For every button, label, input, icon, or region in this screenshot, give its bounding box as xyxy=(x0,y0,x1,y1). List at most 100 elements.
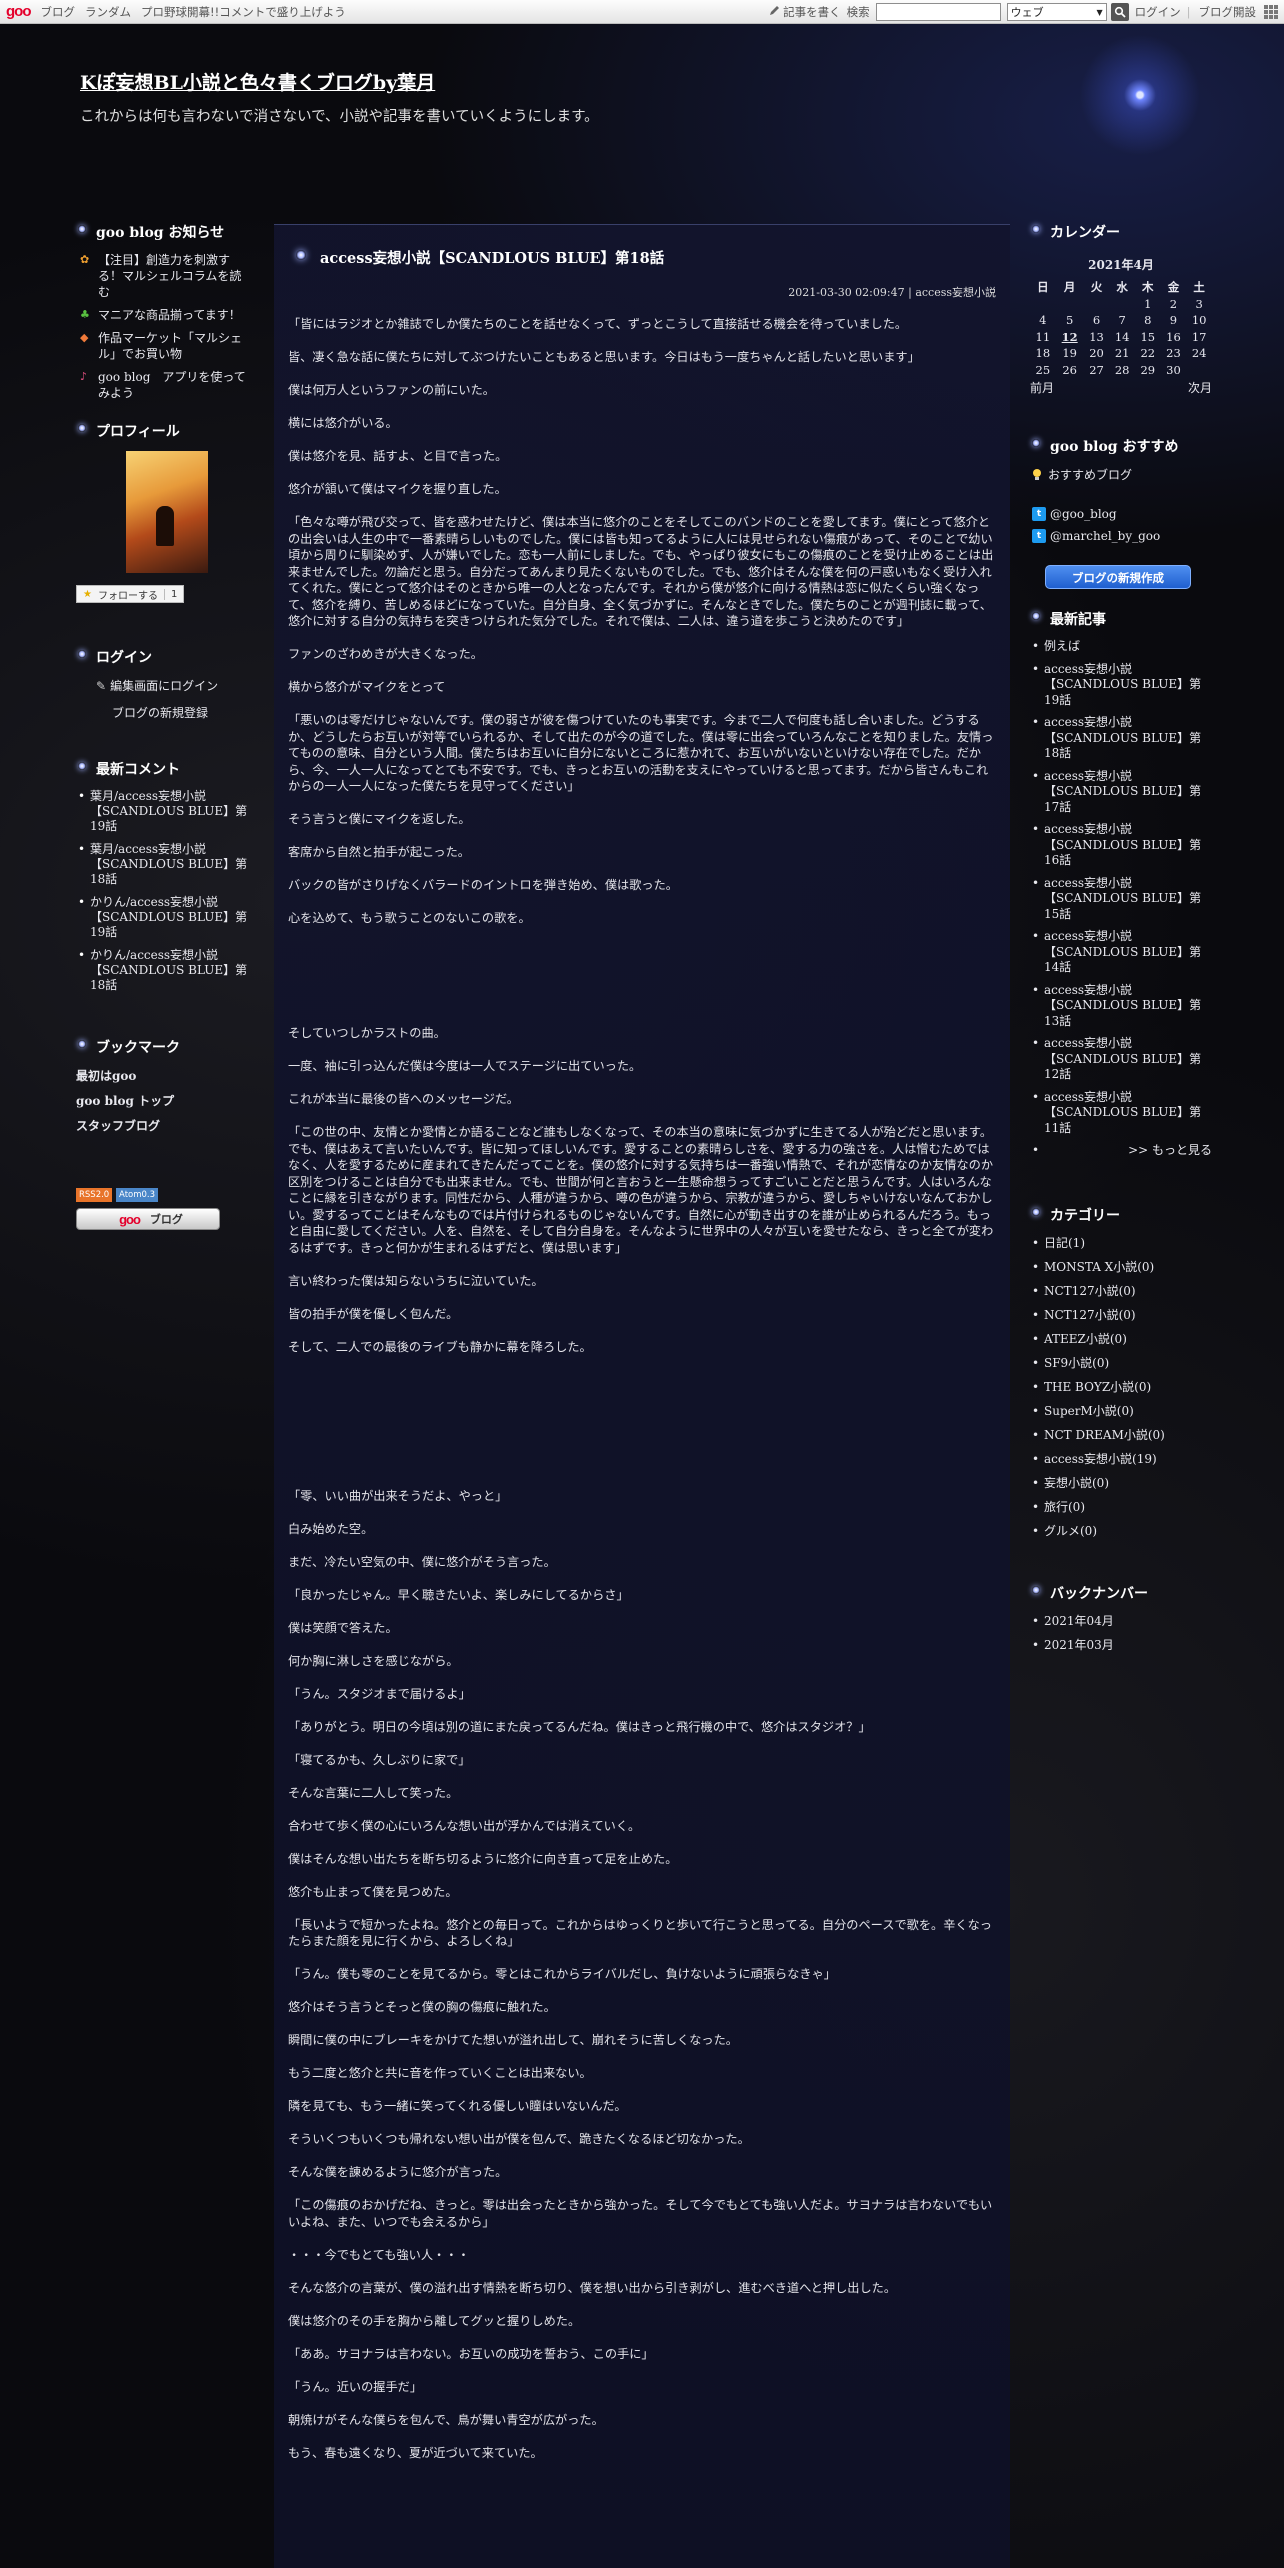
recent-comment-link[interactable]: 葉月/access妄想小説【SCANDLOUS BLUE】第18話 xyxy=(76,842,251,887)
backnumber-link[interactable]: 2021年03月 xyxy=(1030,1637,1212,1653)
calendar-day: 18 xyxy=(1035,346,1051,361)
follow-label: フォローする xyxy=(97,590,158,602)
calendar-day: 4 xyxy=(1039,313,1047,328)
notice-link[interactable]: マニアな商品揃ってます！ xyxy=(98,307,241,323)
notice-link[interactable]: 【注目】創造力を刺激する！マルシェルコラムを読む xyxy=(98,252,251,300)
twitter-link[interactable]: @goo_blog xyxy=(1050,507,1117,521)
post-paragraph: 皆、凄く急な話に僕たちに対してぶつけたいこともあると思います。今日はもう一度ちゃ… xyxy=(288,350,920,364)
backnumber-widget: バックナンバー 2021年04月 2021年03月 xyxy=(1030,1583,1212,1653)
recent-article-link[interactable]: access妄想小説【SCANDLOUS BLUE】第16話 xyxy=(1030,822,1212,869)
new-blog-button[interactable]: ブログの新規作成 xyxy=(1045,565,1191,589)
category-link[interactable]: NCT127小説(0) xyxy=(1030,1283,1212,1299)
prev-month-link[interactable]: 前月 xyxy=(1030,379,1054,396)
bookmark-link[interactable]: スタッフブログ xyxy=(76,1117,251,1134)
recent-comment-link[interactable]: 葉月/access妄想小説【SCANDLOUS BLUE】第19話 xyxy=(76,789,251,834)
post-paragraph: 「良かったじゃん。早く聴きたいよ、楽しみにしてるからさ」 xyxy=(288,1587,629,1602)
profile-title: プロフィール xyxy=(76,421,251,441)
pencil-icon xyxy=(769,5,780,19)
category-link[interactable]: SuperM小説(0) xyxy=(1030,1403,1212,1419)
apps-grid-icon[interactable] xyxy=(1264,5,1278,19)
register-link[interactable]: ブログの新規登録 xyxy=(112,704,251,721)
post-paragraph: 「うん。スタジオまで届けるよ」 xyxy=(288,1686,471,1701)
notice-link[interactable]: 作品マーケット「マルシェル」でお買い物 xyxy=(98,330,251,362)
category-link[interactable]: 日記(1) xyxy=(1030,1235,1212,1251)
recent-article-link[interactable]: 例えば xyxy=(1030,639,1212,655)
category-link[interactable]: NCT DREAM小説(0) xyxy=(1030,1427,1212,1443)
calendar-day: 11 xyxy=(1035,329,1051,344)
notice-link[interactable]: goo blog アプリを使ってみよう xyxy=(98,369,251,401)
post-paragraph: 「この傷痕のおかげだね、きっと。零は出会ったときから強かった。そして今でもとても… xyxy=(288,2198,993,2229)
calendar-day: 2 xyxy=(1169,296,1178,311)
post-date-link[interactable]: 2021-03-30 02:09:47 xyxy=(788,286,904,299)
post-paragraph: 悠介はそう言うとそっと僕の胸の傷痕に触れた。 xyxy=(288,2000,556,2014)
atom-badge[interactable]: Atom0.3 xyxy=(116,1188,159,1202)
feed-badges: RSS2.0 Atom0.3 goo ブログ xyxy=(76,1186,251,1230)
categories-widget: カテゴリー 日記(1) MONSTA X小説(0) NCT127小説(0) NCT12… xyxy=(1030,1205,1212,1539)
follow-button[interactable]: ★ フォローする 1 xyxy=(76,585,185,603)
blog-title[interactable]: Kぽ妄想BL小説と色々書くブログby葉月 xyxy=(80,72,435,94)
rss-badge[interactable]: RSS2.0 xyxy=(76,1188,113,1202)
calendar-day[interactable]: 12 xyxy=(1056,329,1084,346)
post-paragraph: 「皆にはラジオとか雑誌でしか僕たちのことを話せなくって、ずっとこうして直接話せる… xyxy=(288,317,908,331)
more-articles-link[interactable]: >> もっと見る xyxy=(1030,1143,1212,1159)
recent-article-link[interactable]: access妄想小説【SCANDLOUS BLUE】第17話 xyxy=(1030,769,1212,816)
twitter-link[interactable]: @marchel_by_goo xyxy=(1050,529,1160,543)
post-paragraph: 客席から自然と拍手が起こった。 xyxy=(288,845,470,859)
calendar-empty-cell xyxy=(1186,362,1212,379)
open-blog-link[interactable]: ブログ開設 xyxy=(1199,4,1257,20)
profile-image[interactable] xyxy=(126,451,208,573)
category-link[interactable]: NCT127小説(0) xyxy=(1030,1307,1212,1323)
recent-article-link[interactable]: access妄想小説【SCANDLOUS BLUE】第11話 xyxy=(1030,1090,1212,1137)
recent-article-link[interactable]: access妄想小説【SCANDLOUS BLUE】第12話 xyxy=(1030,1036,1212,1083)
twitter-icon: t xyxy=(1032,507,1046,521)
toolbar-link-random[interactable]: ランダム xyxy=(85,4,131,20)
calendar-day: 29 xyxy=(1140,362,1156,377)
recent-article-link[interactable]: access妄想小説【SCANDLOUS BLUE】第19話 xyxy=(1030,662,1212,709)
search-button[interactable] xyxy=(1110,3,1129,21)
calendar-nav: 前月 次月 xyxy=(1030,379,1212,396)
write-post-link[interactable]: 記事を書く xyxy=(783,4,841,20)
pencil-icon: ✎ xyxy=(96,678,107,693)
post-paragraph: 白み始めた空。 xyxy=(288,1521,374,1536)
bookmark-link[interactable]: goo blog トップ xyxy=(76,1092,251,1109)
post-paragraph: 皆の拍手が僕を優しく包んだ。 xyxy=(288,1306,459,1321)
post-paragraph: 「うん。近いの握手だ」 xyxy=(288,2379,423,2394)
recommend-link[interactable]: おすすめブログ xyxy=(1048,466,1132,483)
next-month-link[interactable]: 次月 xyxy=(1188,379,1212,396)
toolbar-link-baseball[interactable]: プロ野球開幕!!コメントで盛り上げよう xyxy=(141,4,346,20)
bookmark-link[interactable]: 最初はgoo xyxy=(76,1067,251,1084)
notice-item: ♪ goo blog アプリを使ってみよう xyxy=(76,369,251,401)
recent-article-link[interactable]: access妄想小説【SCANDLOUS BLUE】第13話 xyxy=(1030,983,1212,1030)
post-category-link[interactable]: access妄想小説 xyxy=(915,286,996,299)
category-link[interactable]: SF9小説(0) xyxy=(1030,1355,1212,1371)
category-link[interactable]: MONSTA X小説(0) xyxy=(1030,1259,1212,1275)
post-paragraph: そんな悠介の言葉が、僕の溢れ出す情熱を断ち切り、僕を想い出から引き剥がし、進むべ… xyxy=(288,2280,897,2295)
recent-article-link[interactable]: access妄想小説【SCANDLOUS BLUE】第15話 xyxy=(1030,876,1212,923)
calendar-table: 日月火水木金土 1 2 3 4 5 6 7 8 9 10 11 12 13 14 15 16 17 18 19 20 2… xyxy=(1030,279,1212,378)
recent-comment-link[interactable]: かりん/access妄想小説【SCANDLOUS BLUE】第19話 xyxy=(76,895,251,940)
login-widget: ログイン ✎ 編集画面にログイン ブログの新規登録 xyxy=(76,647,251,721)
recent-article-link[interactable]: access妄想小説【SCANDLOUS BLUE】第18話 xyxy=(1030,715,1212,762)
weekday-header: 日 xyxy=(1037,280,1049,295)
category-link[interactable]: THE BOYZ小説(0) xyxy=(1030,1379,1212,1395)
search-scope-select[interactable]: ウェブ ▼ xyxy=(1006,3,1107,21)
backnumber-link[interactable]: 2021年04月 xyxy=(1030,1613,1212,1629)
calendar-day: 13 xyxy=(1089,329,1104,344)
category-link[interactable]: グルメ(0) xyxy=(1030,1523,1212,1539)
weekday-header: 水 xyxy=(1116,280,1128,295)
login-link[interactable]: ログイン xyxy=(1135,4,1181,20)
category-link[interactable]: access妄想小説(19) xyxy=(1030,1451,1212,1467)
post-paragraph: ファンのざわめきが大きくなった。 xyxy=(288,647,483,661)
category-link[interactable]: 旅行(0) xyxy=(1030,1499,1212,1515)
goo-logo[interactable]: goo xyxy=(6,3,31,20)
category-link[interactable]: ATEEZ小説(0) xyxy=(1030,1331,1212,1347)
category-link[interactable]: 妄想小説(0) xyxy=(1030,1475,1212,1491)
recent-comment-link[interactable]: かりん/access妄想小説【SCANDLOUS BLUE】第18話 xyxy=(76,948,251,993)
recent-article-link[interactable]: access妄想小説【SCANDLOUS BLUE】第14話 xyxy=(1030,929,1212,976)
toolbar-link-blog[interactable]: ブログ xyxy=(41,4,76,20)
recent-articles-title: 最新記事 xyxy=(1030,609,1212,629)
main-content: access妄想小説【SCANDLOUS BLUE】第18話 2021-03-3… xyxy=(274,224,1010,2568)
login-edit-link[interactable]: 編集画面にログイン xyxy=(110,677,218,694)
search-input[interactable] xyxy=(875,3,1001,21)
goo-blog-banner[interactable]: goo ブログ xyxy=(76,1208,220,1230)
